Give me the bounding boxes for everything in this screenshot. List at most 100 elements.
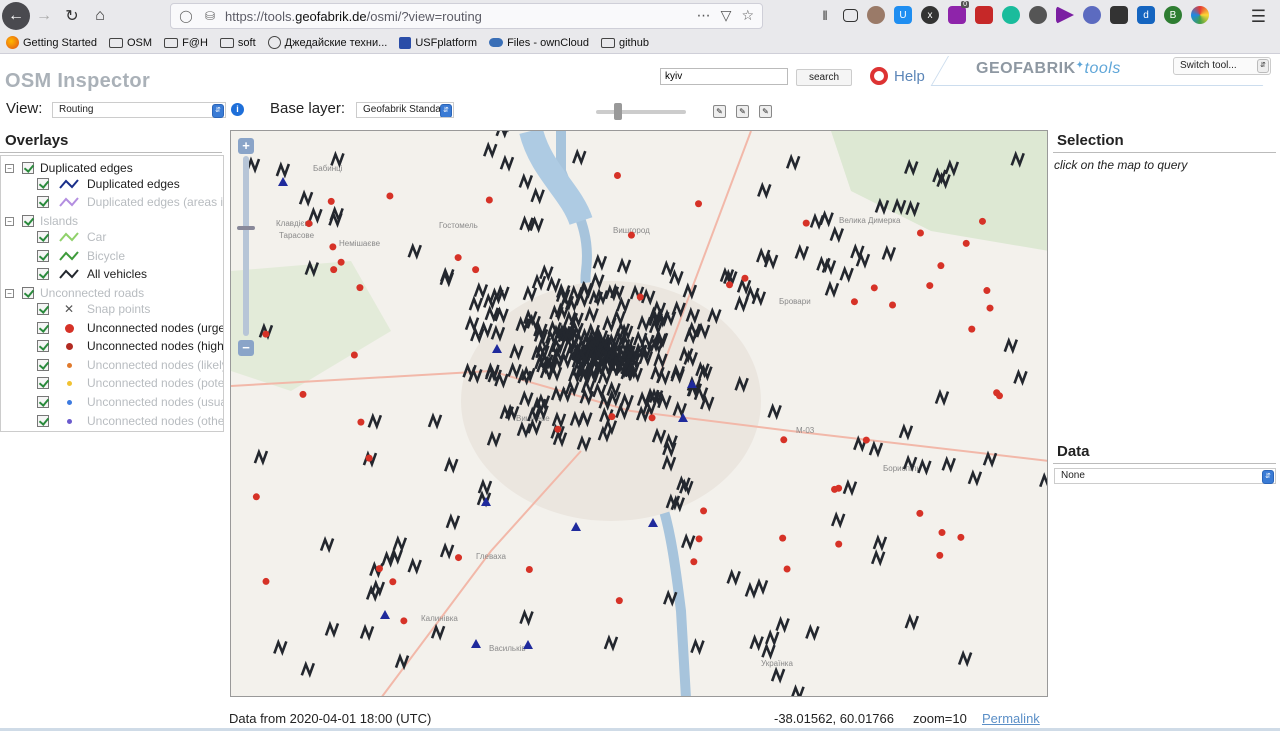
shield-icon[interactable]: ◯ xyxy=(177,9,195,23)
island-marker[interactable] xyxy=(770,666,786,684)
base-layer-select[interactable]: Geofabrik Standard ⇵ xyxy=(356,102,454,118)
unconnected-node-marker[interactable] xyxy=(938,529,946,537)
unconnected-node-marker[interactable] xyxy=(850,298,858,306)
island-marker[interactable] xyxy=(941,455,956,473)
overlay-item-unconnected-potential[interactable]: Unconnected nodes (poten xyxy=(37,374,223,392)
extension-d-icon[interactable]: d xyxy=(1137,6,1155,24)
checkbox[interactable] xyxy=(37,415,49,427)
overlay-item-unconnected-high[interactable]: Unconnected nodes (high xyxy=(37,337,223,355)
help-link[interactable]: Help xyxy=(870,67,925,85)
opacity-slider-track[interactable] xyxy=(596,110,686,114)
unconnected-node-marker[interactable] xyxy=(350,351,358,359)
island-marker[interactable] xyxy=(273,638,288,657)
pocket-icon[interactable]: ▽ xyxy=(721,7,732,24)
island-marker[interactable] xyxy=(499,154,515,172)
avatar-icon[interactable] xyxy=(867,6,885,24)
island-marker[interactable] xyxy=(253,448,269,466)
bookmark-jedi[interactable]: Джедайские техни... xyxy=(267,36,387,49)
island-marker[interactable] xyxy=(470,326,485,344)
island-marker[interactable] xyxy=(477,478,493,496)
checkbox[interactable] xyxy=(37,303,49,315)
data-select[interactable]: None ⇵ xyxy=(1054,468,1276,484)
island-marker[interactable] xyxy=(298,189,314,207)
island-marker[interactable] xyxy=(957,649,973,668)
checkbox[interactable] xyxy=(37,250,49,262)
island-marker[interactable] xyxy=(805,623,820,642)
unconnected-node-marker[interactable] xyxy=(472,266,480,274)
search-button[interactable]: search xyxy=(796,69,852,86)
island-marker[interactable] xyxy=(872,534,888,552)
url-bar[interactable]: ◯ ⛁ https://tools.geofabrik.de/osmi/?vie… xyxy=(170,3,763,29)
island-marker[interactable] xyxy=(829,225,845,244)
extension-blue-icon[interactable] xyxy=(1083,6,1101,24)
checkbox[interactable] xyxy=(37,396,49,408)
edit-josm-icon[interactable]: ✎ xyxy=(713,105,726,118)
unconnected-node-marker[interactable] xyxy=(454,254,462,262)
unconnected-node-marker[interactable] xyxy=(386,192,394,200)
island-marker[interactable] xyxy=(791,684,805,697)
island-marker[interactable] xyxy=(839,265,854,283)
unconnected-node-marker[interactable] xyxy=(690,558,698,566)
extension-teal-icon[interactable] xyxy=(1002,6,1020,24)
unconnected-node-marker[interactable] xyxy=(957,533,965,541)
island-marker[interactable] xyxy=(518,172,534,191)
unconnected-node-marker[interactable] xyxy=(968,325,976,333)
unconnected-node-marker[interactable] xyxy=(636,293,644,301)
unconnected-node-marker[interactable] xyxy=(375,565,383,573)
overlay-item-unconnected-urgent[interactable]: Unconnected nodes (urgen xyxy=(37,319,223,337)
island-marker[interactable] xyxy=(381,550,396,568)
overlay-item-bicycle[interactable]: Bicycle xyxy=(37,247,125,265)
island-marker[interactable] xyxy=(1013,368,1028,387)
unconnected-node-marker[interactable] xyxy=(700,507,708,515)
island-marker[interactable] xyxy=(870,549,886,567)
unconnected-node-marker[interactable] xyxy=(648,414,656,422)
island-marker[interactable] xyxy=(592,253,608,271)
unconnected-node-marker[interactable] xyxy=(330,266,338,274)
snap-point-marker[interactable] xyxy=(278,177,288,186)
island-marker[interactable] xyxy=(775,615,790,634)
unconnected-node-marker[interactable] xyxy=(389,578,397,586)
island-marker[interactable] xyxy=(749,633,764,652)
extension-bars-icon[interactable] xyxy=(1110,6,1128,24)
overlay-item-car[interactable]: Car xyxy=(37,228,106,246)
island-marker[interactable] xyxy=(1003,336,1019,355)
island-marker[interactable] xyxy=(842,479,858,497)
unconnected-node-marker[interactable] xyxy=(983,287,991,295)
unconnected-node-marker[interactable] xyxy=(862,436,870,444)
lock-icon[interactable]: ⛁ xyxy=(201,9,219,23)
checkbox[interactable] xyxy=(37,196,49,208)
unconnected-node-marker[interactable] xyxy=(936,551,944,559)
snap-point-marker[interactable] xyxy=(571,522,581,531)
island-marker[interactable] xyxy=(757,181,772,200)
island-marker[interactable] xyxy=(881,244,897,263)
bookmark-soft[interactable]: soft xyxy=(219,37,256,49)
unconnected-node-marker[interactable] xyxy=(726,281,734,289)
checkbox[interactable] xyxy=(22,287,34,299)
unconnected-node-marker[interactable] xyxy=(986,304,994,312)
island-marker[interactable] xyxy=(690,637,705,656)
checkbox[interactable] xyxy=(37,322,49,334)
checkbox[interactable] xyxy=(37,231,49,243)
unconnected-node-marker[interactable] xyxy=(485,196,493,204)
island-marker[interactable] xyxy=(753,577,769,596)
zoom-out-button[interactable]: − xyxy=(238,340,254,356)
island-marker[interactable] xyxy=(483,141,498,159)
island-marker[interactable] xyxy=(767,402,782,421)
island-marker[interactable] xyxy=(324,620,340,639)
overlay-item-all-vehicles[interactable]: All vehicles xyxy=(37,265,147,283)
unconnected-node-marker[interactable] xyxy=(262,577,270,585)
island-marker[interactable] xyxy=(765,629,780,647)
permalink-link[interactable]: Permalink xyxy=(982,711,1040,726)
collapse-icon[interactable]: − xyxy=(5,163,14,173)
view-select[interactable]: Routing ⇵ xyxy=(52,102,226,118)
unconnected-node-marker[interactable] xyxy=(554,425,562,433)
island-marker[interactable] xyxy=(407,557,422,575)
island-marker[interactable] xyxy=(539,264,554,282)
checkbox[interactable] xyxy=(22,215,34,227)
unconnected-node-marker[interactable] xyxy=(305,220,313,228)
island-marker[interactable] xyxy=(427,412,443,430)
island-marker[interactable] xyxy=(751,289,767,307)
island-marker[interactable] xyxy=(319,535,335,554)
gear-extension-icon[interactable] xyxy=(1029,6,1047,24)
island-marker[interactable] xyxy=(761,642,776,660)
